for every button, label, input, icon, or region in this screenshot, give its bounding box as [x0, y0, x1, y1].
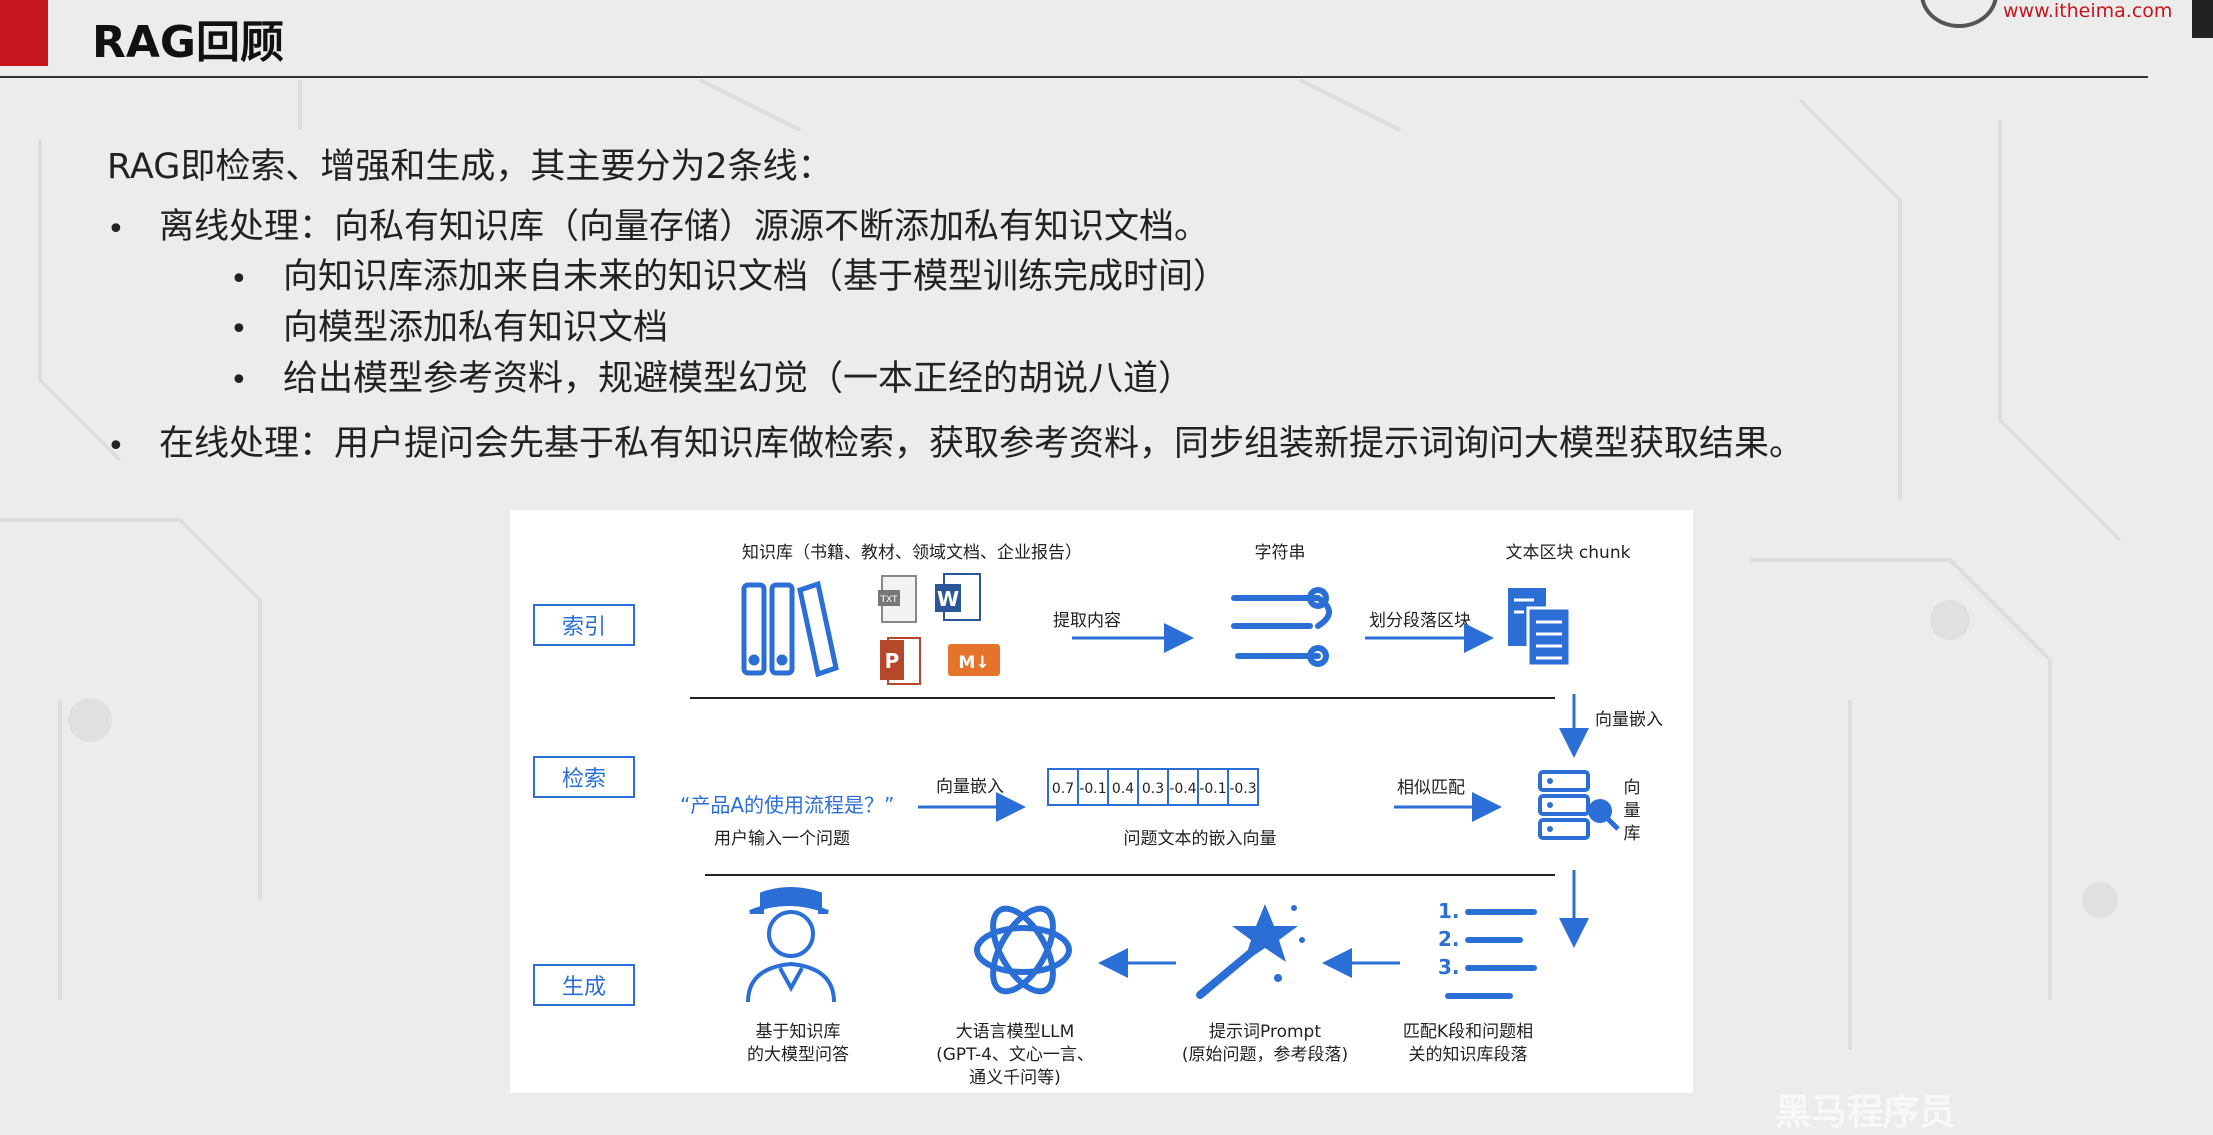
- offline-item: 给出模型参考资料，规避模型幻觉（一本正经的胡说八道）: [283, 359, 1194, 399]
- svg-text:2.: 2.: [1438, 927, 1460, 951]
- user-avatar-icon: [746, 887, 836, 1003]
- header-accent-block: [0, 0, 48, 66]
- vector-value: -0.4: [1169, 781, 1196, 797]
- bullet-dot: •: [107, 429, 125, 464]
- topk-caption: 关的知识库段落: [1409, 1045, 1528, 1065]
- svg-text:M↓: M↓: [958, 653, 989, 673]
- svg-text:W: W: [937, 587, 959, 611]
- stage-index: 索引: [533, 604, 635, 646]
- stage-generate: 生成: [533, 964, 635, 1006]
- vector-value: -0.1: [1079, 781, 1106, 797]
- vector-cell: 0.3: [1137, 768, 1169, 806]
- vector-db-label: 量: [1624, 801, 1641, 821]
- vector-value: -0.1: [1199, 781, 1226, 797]
- vector-value: 0.4: [1112, 781, 1134, 797]
- svg-text:TXT: TXT: [879, 595, 898, 605]
- offline-item: 向模型添加私有知识文档: [283, 308, 669, 348]
- vector-db-label: 库: [1624, 824, 1641, 844]
- question-text: “产品A的使用流程是？”: [680, 793, 894, 817]
- split-label: 划分段落区块: [1369, 611, 1471, 631]
- answer-caption: 的大模型问答: [747, 1045, 849, 1065]
- prompt-caption: (原始问题，参考段落): [1182, 1045, 1348, 1065]
- bullet-dot: •: [230, 262, 248, 297]
- vector-cell: -0.1: [1077, 768, 1109, 806]
- svg-text:索引: 索引: [562, 615, 606, 640]
- markdown-file-icon: M↓: [948, 644, 1000, 676]
- word-file-icon: W: [935, 573, 981, 621]
- topk-list-icon: 1. 2. 3.: [1438, 899, 1537, 999]
- svg-text:1.: 1.: [1438, 899, 1460, 923]
- vector-cell: -0.4: [1167, 768, 1199, 806]
- answer-caption: 基于知识库: [756, 1022, 841, 1042]
- books-icon: [741, 580, 839, 678]
- title-divider: [0, 76, 2148, 78]
- llm-icon: [974, 905, 1072, 995]
- offline-item: 向知识库添加来自未来的知识文档（基于模型训练完成时间）: [283, 257, 1229, 297]
- embed-label-right: 向量嵌入: [1595, 710, 1663, 730]
- vector-cell: -0.3: [1227, 768, 1259, 806]
- bullet-dot: •: [107, 212, 125, 247]
- vector-row: 0.7 -0.1 0.4 0.3 -0.4 -0.1 -0.3: [1047, 768, 1259, 806]
- svg-text:P: P: [885, 649, 900, 673]
- vector-value: 0.3: [1142, 781, 1164, 797]
- kb-label: 知识库（书籍、教材、领域文档、企业报告）: [742, 543, 1082, 563]
- svg-text:生成: 生成: [562, 975, 606, 1000]
- llm-caption: 通义千问等): [969, 1068, 1061, 1088]
- chunk-label: 文本区块 chunk: [1506, 543, 1631, 563]
- vector-value: -0.3: [1229, 781, 1256, 797]
- vector-cell: 0.7: [1047, 768, 1079, 806]
- string-icon: [1231, 587, 1332, 667]
- page-title: RAG回顾: [92, 17, 285, 68]
- string-label: 字符串: [1255, 543, 1306, 563]
- offline-line: 离线处理：向私有知识库（向量存储）源源不断添加私有知识文档。: [159, 207, 1210, 247]
- online-line: 在线处理：用户提问会先基于私有知识库做检索，获取参考资料，同步组装新提示词询问大…: [159, 424, 1805, 464]
- txt-file-icon: TXT: [878, 575, 917, 623]
- question-caption: 用户输入一个问题: [714, 829, 850, 849]
- extract-label: 提取内容: [1053, 611, 1121, 631]
- watermark: 黑马程序员: [1775, 1092, 1956, 1133]
- vector-db-icon: [1538, 770, 1620, 840]
- brand-url: www.itheima.com: [2003, 0, 2173, 22]
- svg-text:检索: 检索: [562, 767, 606, 792]
- chunk-icon: [1508, 588, 1572, 668]
- topk-caption: 匹配K段和问题相: [1403, 1022, 1533, 1042]
- similar-label: 相似匹配: [1397, 778, 1465, 798]
- ppt-file-icon: P: [880, 637, 921, 685]
- vector-caption: 问题文本的嵌入向量: [1124, 829, 1277, 849]
- vector-cell: -0.1: [1197, 768, 1229, 806]
- vector-value: 0.7: [1052, 781, 1074, 797]
- svg-text:3.: 3.: [1438, 955, 1460, 979]
- bullet-dot: •: [230, 312, 248, 347]
- stage-retrieve: 检索: [533, 756, 635, 798]
- intro-line: RAG即检索、增强和生成，其主要分为2条线：: [107, 147, 833, 187]
- edge-bar: [2192, 0, 2213, 38]
- llm-caption: (GPT-4、文心一言、: [936, 1045, 1094, 1065]
- vector-db-label: 向: [1624, 778, 1641, 798]
- bullet-dot: •: [230, 363, 248, 398]
- llm-caption: 大语言模型LLM: [956, 1022, 1075, 1042]
- magic-wand-icon: [1196, 904, 1305, 999]
- vector-cell: 0.4: [1107, 768, 1139, 806]
- rag-diagram: 索引 检索 生成 知识库（书籍、教材、领域文档、企业报告） TXT W P M↓…: [510, 510, 1693, 1093]
- embed-label-mid: 向量嵌入: [936, 777, 1004, 797]
- prompt-caption: 提示词Prompt: [1209, 1022, 1321, 1042]
